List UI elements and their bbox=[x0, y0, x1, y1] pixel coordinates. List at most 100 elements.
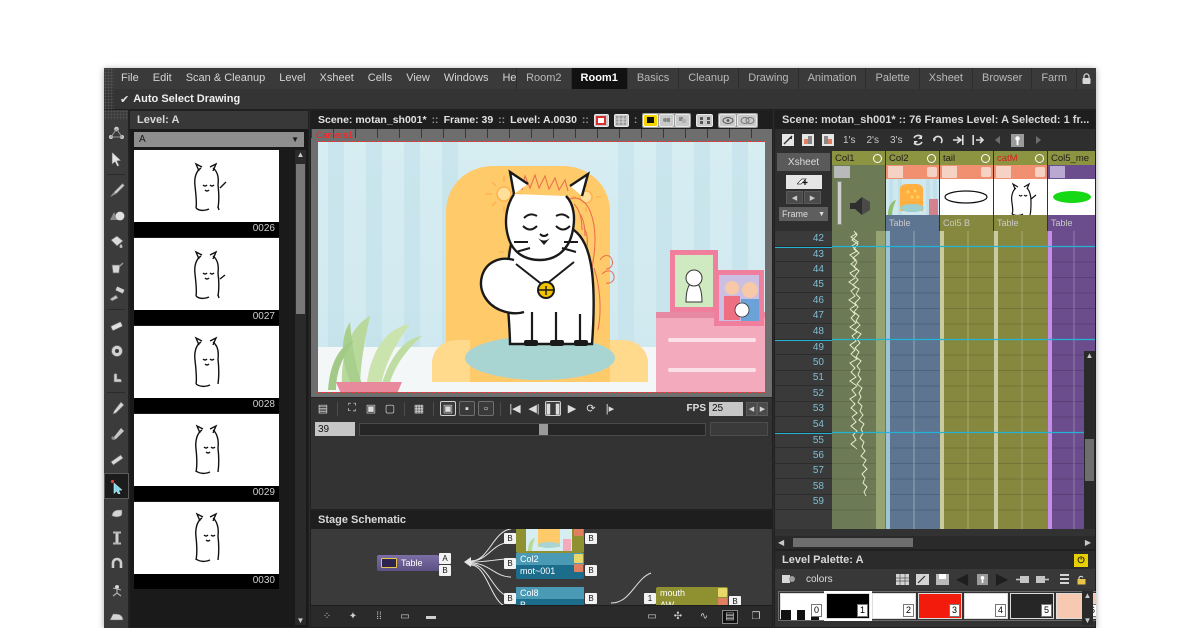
row-number[interactable]: 43 bbox=[775, 246, 832, 262]
node-eye-icon[interactable] bbox=[574, 554, 583, 563]
row-number[interactable]: 55 bbox=[775, 432, 832, 448]
power-icon[interactable]: ⏻ bbox=[1074, 553, 1088, 567]
normalize-icon[interactable]: ⁞⁞ bbox=[371, 610, 387, 624]
room-tab-room2[interactable]: Room2 bbox=[516, 68, 570, 89]
row-number[interactable]: 54 bbox=[775, 417, 832, 433]
next-column-button[interactable]: ▶ bbox=[804, 191, 821, 204]
column-parent-catm[interactable]: Table bbox=[994, 215, 1047, 231]
room-tab-xsheet[interactable]: Xsheet bbox=[918, 68, 972, 89]
row-number[interactable]: 50 bbox=[775, 355, 832, 371]
save-preview-button[interactable]: ▢ bbox=[382, 401, 398, 416]
column-name-col1[interactable]: Col1 bbox=[832, 151, 885, 165]
style-picker-tool-button[interactable] bbox=[104, 395, 129, 421]
palette-swatch[interactable]: 4 bbox=[964, 593, 1008, 619]
fx-schematic-icon[interactable]: ❐ bbox=[748, 610, 764, 624]
skeleton-tool-button[interactable] bbox=[104, 577, 129, 603]
frame-slider[interactable] bbox=[359, 422, 706, 436]
rgb-picker-tool-button[interactable] bbox=[104, 421, 129, 447]
node-eye-icon[interactable] bbox=[718, 588, 727, 597]
col2-port-b[interactable]: B bbox=[504, 558, 516, 569]
column-eye-icon[interactable] bbox=[981, 153, 990, 163]
eraser-tool-button[interactable] bbox=[104, 312, 129, 338]
palette-page-tab[interactable]: colors bbox=[800, 574, 839, 585]
column-config-icon[interactable] bbox=[942, 166, 957, 178]
palette-swatches[interactable]: 0 1 2 3 4 5 6 bbox=[778, 591, 1096, 621]
frame-display-combo[interactable]: Frame ▼ bbox=[779, 207, 828, 221]
brush-tool-button[interactable] bbox=[104, 177, 129, 203]
scroll-left-icon[interactable]: ◀ bbox=[775, 538, 787, 547]
paint-bucket-tool-button[interactable] bbox=[104, 255, 129, 281]
switch-icon[interactable] bbox=[1014, 572, 1030, 586]
menu-cells[interactable]: Cells bbox=[361, 68, 399, 89]
3d-view-button[interactable] bbox=[675, 113, 691, 127]
selection-tool-button[interactable] bbox=[104, 146, 129, 172]
col8-port-b-out[interactable]: B bbox=[585, 593, 597, 604]
row-number[interactable]: 51 bbox=[775, 371, 832, 386]
column-eye-icon[interactable] bbox=[873, 153, 882, 163]
mouth-port-1[interactable]: 1 bbox=[644, 593, 656, 604]
room-tab-palette[interactable]: Palette bbox=[865, 68, 918, 89]
table-port-b[interactable]: B bbox=[439, 565, 451, 576]
new-toonz-raster-level-button[interactable] bbox=[799, 132, 816, 148]
cells-col1[interactable] bbox=[832, 231, 886, 529]
column-eye-icon[interactable] bbox=[1035, 153, 1044, 163]
palette-swatch[interactable]: 0 bbox=[780, 593, 825, 620]
increase-step-button[interactable] bbox=[949, 132, 966, 148]
menu-grip[interactable] bbox=[104, 68, 114, 89]
next-key-icon[interactable]: ▶ bbox=[994, 571, 1010, 588]
tape-tool-button[interactable] bbox=[104, 338, 129, 364]
stage-schematic-icon[interactable]: ▤ bbox=[722, 609, 738, 624]
next-key-button[interactable] bbox=[1029, 132, 1046, 148]
loop-button[interactable]: ⟳ bbox=[583, 401, 599, 416]
define-sub-camera-button[interactable]: ⛶ bbox=[344, 401, 360, 416]
node-render-icon[interactable] bbox=[574, 564, 583, 572]
pause-button[interactable]: ❚❚ bbox=[544, 401, 562, 416]
hscroll-thumb[interactable] bbox=[793, 538, 914, 547]
camera-view-button[interactable] bbox=[659, 113, 675, 127]
column-config-icon[interactable] bbox=[996, 166, 1011, 178]
lock-rooms-button[interactable] bbox=[1076, 68, 1096, 89]
edit-tool-button[interactable] bbox=[104, 473, 129, 499]
row-number[interactable]: 48 bbox=[775, 324, 832, 340]
step1-button[interactable]: 1's bbox=[839, 135, 859, 146]
prev-key-button[interactable] bbox=[989, 132, 1006, 148]
column-filter-icon[interactable] bbox=[1035, 167, 1045, 177]
palette-swatch[interactable]: 1 bbox=[826, 593, 870, 619]
level-frame-item[interactable]: 0029 bbox=[134, 414, 279, 501]
fps-field[interactable]: 25 bbox=[709, 401, 743, 416]
actual-pixel-button[interactable]: ▪ bbox=[459, 401, 475, 416]
scrollbar-thumb[interactable] bbox=[296, 164, 305, 314]
view-mode-group[interactable] bbox=[642, 112, 692, 128]
fps-increase-icon[interactable]: ▶ bbox=[757, 401, 768, 416]
cells-catm[interactable] bbox=[994, 231, 1048, 529]
table-port-a[interactable]: A bbox=[439, 553, 451, 564]
last-frame-button[interactable]: |▸ bbox=[602, 401, 618, 416]
row-number[interactable]: 52 bbox=[775, 386, 832, 402]
menu-scan-cleanup[interactable]: Scan & Cleanup bbox=[179, 68, 273, 89]
new-output-icon[interactable]: ▭ bbox=[644, 610, 660, 624]
play-button[interactable]: ▶ bbox=[564, 401, 580, 416]
row-number[interactable]: 44 bbox=[775, 262, 832, 278]
column-thumbnail-col5[interactable] bbox=[1048, 179, 1095, 215]
geometric-tool-button[interactable] bbox=[104, 203, 129, 229]
room-tab-drawing[interactable]: Drawing bbox=[738, 68, 797, 89]
list-view-icon[interactable] bbox=[1054, 572, 1070, 586]
room-tab-browser[interactable]: Browser bbox=[971, 68, 1031, 89]
node-port-b[interactable]: B bbox=[504, 533, 516, 544]
reframe-button[interactable] bbox=[929, 132, 946, 148]
row-number[interactable]: 58 bbox=[775, 479, 832, 495]
palette-scrollbar[interactable]: ▲ ▼ bbox=[1082, 591, 1093, 625]
room-tab-farm[interactable]: Farm bbox=[1031, 68, 1076, 89]
preview-toggle-button[interactable] bbox=[593, 113, 609, 127]
level-frame-item[interactable]: 0030 bbox=[134, 502, 279, 589]
row-number[interactable]: 42 bbox=[775, 231, 832, 247]
lock-palette-icon[interactable] bbox=[1074, 572, 1090, 586]
camera-capture-button[interactable]: ▣ bbox=[363, 401, 379, 416]
column-thumbnail-col2[interactable] bbox=[886, 179, 939, 215]
key-icon[interactable] bbox=[974, 572, 990, 586]
step3-button[interactable]: 3's bbox=[886, 135, 906, 146]
new-level-button[interactable] bbox=[785, 175, 822, 189]
menu-xsheet[interactable]: Xsheet bbox=[313, 68, 361, 89]
safe-area-button[interactable] bbox=[719, 113, 737, 127]
scroll-up-icon[interactable]: ▲ bbox=[1084, 351, 1095, 360]
